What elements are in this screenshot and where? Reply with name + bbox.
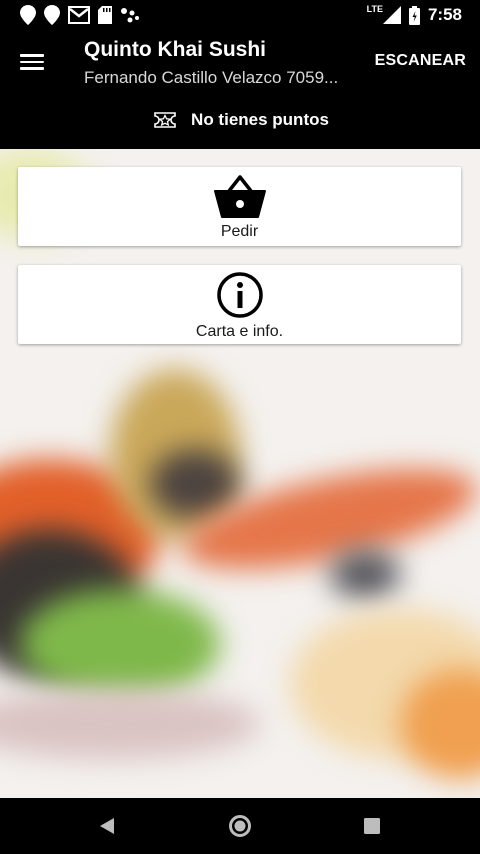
app-bar: Quinto Khai Sushi Fernando Castillo Vela… — [0, 30, 480, 149]
order-card[interactable]: Pedir — [18, 167, 461, 246]
location-icon — [44, 5, 60, 25]
star-badge-icon — [154, 112, 176, 128]
info-icon — [216, 272, 263, 318]
back-icon[interactable] — [99, 817, 115, 835]
background-food-photo — [0, 149, 480, 798]
points-text: No tienes puntos — [191, 110, 329, 129]
status-notifications — [20, 4, 140, 26]
recents-icon[interactable] — [364, 818, 380, 834]
scan-button[interactable]: ESCANEAR — [375, 52, 466, 70]
battery-icon — [408, 5, 420, 25]
location-icon — [20, 5, 36, 25]
points-banner[interactable]: No tienes puntos — [0, 110, 480, 130]
navigation-bar — [0, 798, 480, 854]
restaurant-address: Fernando Castillo Velazco 7059... — [84, 68, 339, 87]
basket-icon — [213, 175, 266, 218]
clock: 7:58 — [427, 5, 462, 24]
network-type: LTE — [366, 4, 383, 14]
restaurant-title: Quinto Khai Sushi — [84, 38, 266, 61]
home-icon[interactable] — [228, 814, 252, 838]
status-bar: LTE 7:58 — [0, 0, 480, 30]
gmail-icon — [68, 6, 90, 24]
assistant-dots-icon — [121, 8, 139, 23]
order-label: Pedir — [220, 223, 259, 240]
signal-icon — [382, 6, 401, 24]
menu-info-card[interactable]: Carta e info. — [18, 265, 461, 344]
menu-info-label: Carta e info. — [195, 323, 284, 340]
sd-card-icon — [98, 6, 112, 24]
hamburger-menu-icon[interactable] — [20, 50, 44, 72]
status-system: LTE 7:58 — [367, 4, 462, 26]
